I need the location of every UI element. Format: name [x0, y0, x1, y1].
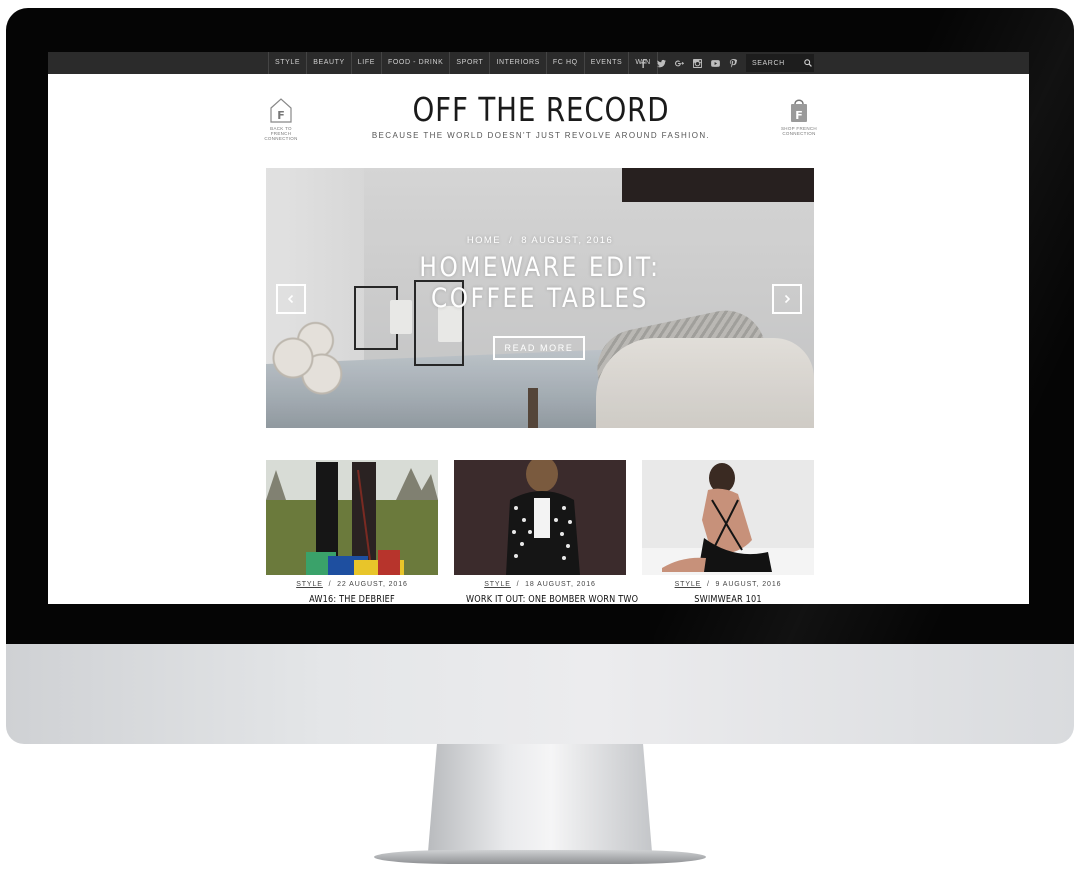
monitor-chin [6, 644, 1074, 744]
post-date: 18 AUGUST, 2016 [525, 581, 596, 588]
home-f-icon: F [270, 98, 292, 123]
shop-link-caption: SHOP FRENCH CONNECTION [781, 126, 817, 136]
svg-text:F: F [277, 109, 285, 122]
post-title[interactable]: WORK IT OUT: ONE BOMBER WORN TWO [466, 594, 638, 604]
nav-item-style[interactable]: STYLE [268, 52, 306, 74]
post-thumbnail[interactable] [266, 460, 438, 575]
post-card: STYLE / 18 AUGUST, 2016 WORK IT OUT: ONE… [454, 460, 638, 604]
nav-item-life[interactable]: LIFE [350, 52, 381, 74]
post-meta: STYLE / 22 AUGUST, 2016 [296, 581, 408, 588]
chevron-right-icon [784, 294, 791, 304]
hero-title[interactable]: HOMEWARE EDIT: COFFEE TABLES [368, 252, 712, 314]
post-title[interactable]: SWIMWEAR 101 [654, 594, 802, 604]
hero-meta: HOME / 8 AUGUST, 2016 [266, 235, 814, 246]
youtube-icon[interactable] [706, 52, 724, 74]
shopping-bag-icon: F [791, 99, 807, 122]
hero-breadcrumb-home[interactable]: HOME [467, 235, 501, 246]
nav-item-sport[interactable]: SPORT [449, 52, 489, 74]
nav-item-fc-hq[interactable]: FC HQ [545, 52, 584, 74]
post-title[interactable]: AW16: THE DEBRIEF [278, 594, 426, 604]
nav-item-interiors[interactable]: INTERIORS [489, 52, 546, 74]
pinterest-icon[interactable] [724, 52, 742, 74]
site-title: OFF THE RECORD [412, 90, 670, 129]
google-plus-icon[interactable] [670, 52, 688, 74]
hero-meta-separator: / [509, 235, 514, 246]
facebook-icon[interactable] [634, 52, 652, 74]
search-box [746, 54, 814, 72]
slider-next-button[interactable] [772, 284, 802, 314]
post-thumbnail[interactable] [454, 460, 626, 575]
monitor-foot [374, 850, 706, 864]
search-icon[interactable] [802, 54, 814, 72]
shop-french-connection-link[interactable]: F SHOP FRENCH CONNECTION [779, 96, 819, 136]
nav-item-events[interactable]: EVENTS [583, 52, 629, 74]
post-card: STYLE / 9 AUGUST, 2016 SWIMWEAR 101 [642, 460, 814, 604]
post-date: 22 AUGUST, 2016 [337, 581, 408, 588]
chevron-left-icon [287, 294, 294, 304]
post-card: STYLE / 22 AUGUST, 2016 AW16: THE DEBRIE… [266, 460, 438, 604]
read-more-button[interactable]: READ MORE [493, 336, 585, 360]
top-nav-bar: STYLE BEAUTY LIFE FOOD - DRINK SPORT INT… [48, 52, 1029, 74]
slider-prev-button[interactable] [276, 284, 306, 314]
post-meta: STYLE / 9 AUGUST, 2016 [674, 581, 782, 588]
post-meta: STYLE / 18 AUGUST, 2016 [484, 581, 596, 588]
social-links [634, 52, 742, 74]
post-date: 9 AUGUST, 2016 [715, 581, 782, 588]
nav-item-food-drink[interactable]: FOOD - DRINK [380, 52, 449, 74]
nav-item-beauty[interactable]: BEAUTY [306, 52, 351, 74]
post-category-link[interactable]: STYLE [484, 581, 511, 588]
post-category-link[interactable]: STYLE [296, 581, 323, 588]
instagram-icon[interactable] [688, 52, 706, 74]
hero-date: 8 AUGUST, 2016 [521, 235, 614, 246]
search-input[interactable] [746, 54, 802, 72]
category-menu: STYLE BEAUTY LIFE FOOD - DRINK SPORT INT… [268, 52, 658, 74]
post-thumbnail[interactable] [642, 460, 814, 575]
svg-text:F: F [795, 109, 803, 122]
post-category-link[interactable]: STYLE [675, 581, 702, 588]
hero-slider: HOME / 8 AUGUST, 2016 HOMEWARE EDIT: COF… [266, 168, 814, 428]
twitter-icon[interactable] [652, 52, 670, 74]
site-tagline: BECAUSE THE WORLD DOESN'T JUST REVOLVE A… [371, 131, 711, 140]
website-screen: STYLE BEAUTY LIFE FOOD - DRINK SPORT INT… [48, 52, 1029, 604]
monitor-stand [428, 744, 652, 852]
